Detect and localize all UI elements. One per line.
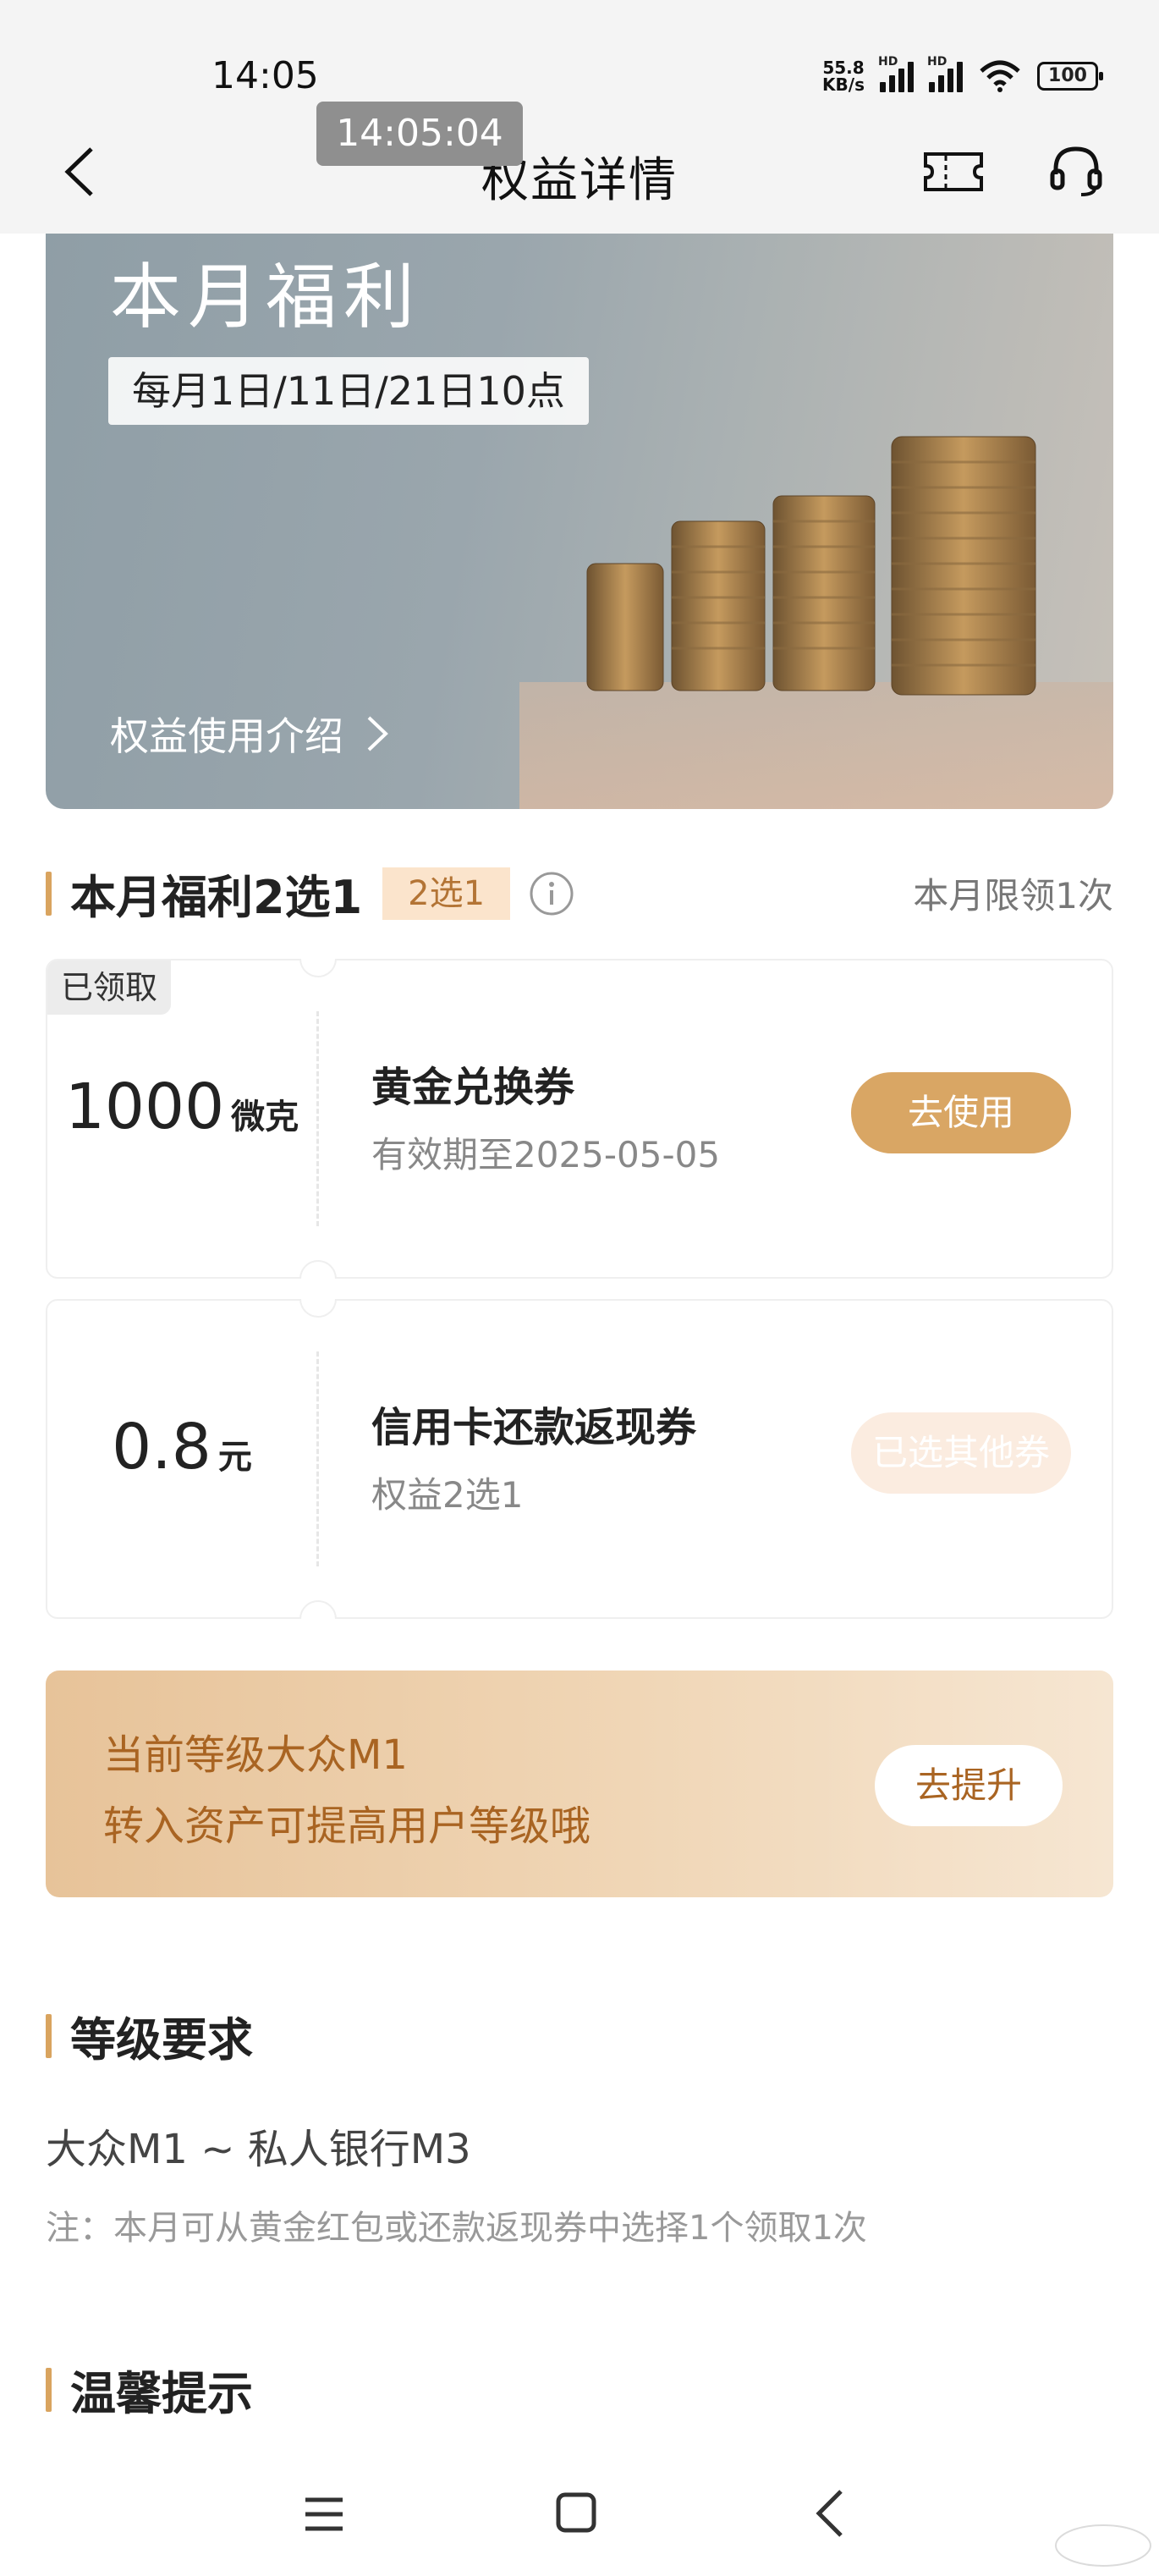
coupon-notch [299, 959, 337, 977]
battery-indicator: 100 [1037, 62, 1103, 91]
chevron-right-icon [367, 716, 388, 751]
section-accent-bar [46, 2367, 52, 2412]
hd-label: HD [878, 55, 898, 69]
coupon-amount-unit: 元 [217, 1438, 252, 1477]
level-note: 注：本月可从黄金红包或还款返现券中选择1个领取1次 [46, 2209, 867, 2248]
ticket-icon [924, 152, 983, 191]
time-toast: 14:05:04 [316, 102, 523, 166]
upgrade-hint-text: 转入资产可提高用户等级哦 [103, 1803, 591, 1850]
coupon-notch [299, 1299, 337, 1318]
wifi-icon [980, 60, 1020, 92]
hd-label-2: HD [927, 55, 948, 69]
top-bar: 14:05 55.8 KB/s HD HD 100 权益详情 [0, 0, 1159, 234]
coupon-subtitle: 权益2选1 [371, 1474, 524, 1516]
coupon-amount-value: 0.8 [112, 1411, 211, 1483]
coupon-subtitle: 有效期至2025-05-05 [371, 1134, 721, 1175]
monthly-limit-note: 本月限领1次 [913, 875, 1113, 916]
menu-icon[interactable] [302, 2493, 346, 2535]
benefit-section-title: 本月福利2选1 [70, 871, 363, 924]
coupon-notch [299, 1260, 337, 1279]
watermark-icon [1055, 2524, 1151, 2567]
info-icon[interactable] [529, 871, 574, 916]
network-speed: 55.8 KB/s [822, 59, 865, 93]
customer-service-button[interactable] [1046, 140, 1107, 201]
status-time: 14:05 [211, 54, 319, 97]
monthly-benefit-banner: 本月福利 每月1日/11日/21日10点 权益使用介绍 [46, 208, 1113, 809]
level-section-header: 等级要求 [46, 2002, 253, 2069]
cashback-coupon-card: 0.8 元 信用卡还款返现券 权益2选1 已选其他券 [46, 1299, 1113, 1619]
signal-icon-2: HD [927, 55, 963, 92]
coupon-title: 黄金兑换券 [371, 1064, 575, 1111]
home-icon[interactable] [555, 2491, 597, 2534]
ticket-button[interactable] [922, 146, 985, 198]
benefit-detail-page: 本月福利 每月1日/11日/21日10点 权益使用介绍 14:05 55.8 K… [0, 0, 1159, 2576]
benefit-intro-label: 权益使用介绍 [110, 713, 343, 759]
benefit-section-header: 本月福利2选1 2选1 [46, 860, 574, 927]
signal-icon: HD [878, 55, 914, 92]
status-icons: 55.8 KB/s HD HD 100 [822, 55, 1103, 93]
system-navigation-bar [0, 2454, 1159, 2576]
banner-title: 本月福利 [110, 256, 422, 339]
coupon-divider [316, 1351, 319, 1566]
coupon-amount-unit: 微克 [231, 1098, 299, 1137]
gold-coupon-card: 已领取 1000 微克 黄金兑换券 有效期至2025-05-05 去使用 [46, 959, 1113, 1279]
level-section-title: 等级要求 [70, 2013, 253, 2067]
back-icon[interactable] [812, 2486, 846, 2540]
network-speed-value: 55.8 [822, 58, 865, 78]
upgrade-level-banner: 当前等级大众M1 转入资产可提高用户等级哦 去提升 [46, 1671, 1113, 1897]
coupon-title: 信用卡还款返现券 [371, 1404, 697, 1451]
coupon-amount-value: 1000 [64, 1071, 225, 1143]
coupon-notch [299, 1600, 337, 1619]
upgrade-button[interactable]: 去提升 [875, 1745, 1063, 1826]
claimed-badge: 已领取 [47, 960, 172, 1015]
use-coupon-button[interactable]: 去使用 [851, 1072, 1071, 1153]
tips-section-title: 温馨提示 [70, 2367, 253, 2420]
tips-section-header: 温馨提示 [46, 2356, 253, 2423]
current-level-text: 当前等级大众M1 [103, 1731, 408, 1779]
other-coupon-selected-button: 已选其他券 [851, 1412, 1071, 1494]
section-accent-bar [46, 2013, 52, 2058]
banner-schedule: 每月1日/11日/21日10点 [108, 357, 589, 425]
coupon-amount: 1000 微克 [47, 1071, 316, 1143]
level-range: 大众M1 ~ 私人银行M3 [46, 2126, 471, 2173]
coupon-amount: 0.8 元 [47, 1411, 316, 1483]
choose-one-tag: 2选1 [382, 867, 511, 920]
section-accent-bar [46, 871, 52, 916]
coupon-divider [316, 1011, 319, 1226]
page-title: 权益详情 [481, 153, 678, 208]
benefit-intro-link[interactable]: 权益使用介绍 [110, 706, 389, 762]
headset-icon [1050, 146, 1102, 196]
network-speed-unit: KB/s [822, 74, 865, 95]
